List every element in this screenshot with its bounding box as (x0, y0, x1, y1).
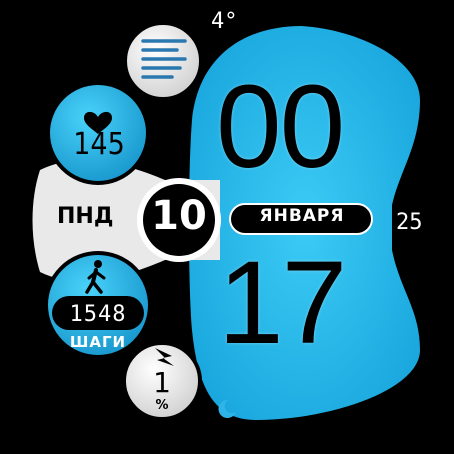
month-label: ЯНВАРЯ (259, 206, 345, 226)
battery-unit: % (155, 398, 169, 413)
hour-digits: 00 (216, 61, 345, 193)
minute-digits: 17 (218, 237, 347, 369)
year-label: 25 (396, 210, 423, 235)
weekday-label: ПНД (57, 204, 114, 229)
temperature-label: 4° (211, 9, 238, 34)
menu-button[interactable] (123, 21, 203, 101)
battery-value: 1 (153, 366, 171, 399)
steps-label: ШАГИ (69, 333, 127, 351)
day-number: 10 (151, 193, 207, 239)
heart-rate-value: 145 (73, 127, 125, 162)
steps-value: 1548 (69, 302, 127, 327)
